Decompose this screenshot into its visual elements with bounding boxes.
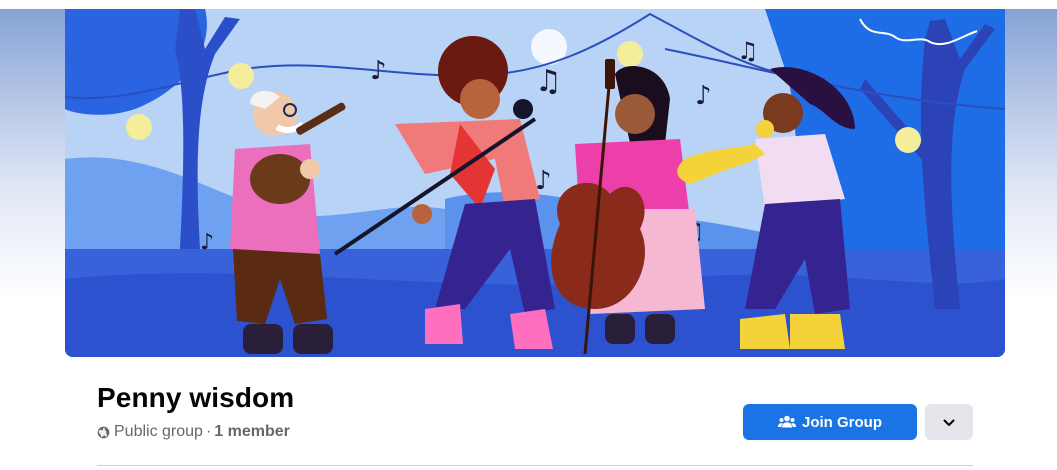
meta-separator: · bbox=[205, 423, 212, 440]
privacy-label: Public group bbox=[114, 423, 203, 440]
chevron-down-icon bbox=[943, 415, 955, 430]
svg-text:♫: ♫ bbox=[737, 37, 759, 65]
top-bar-edge bbox=[0, 0, 1057, 9]
member-count[interactable]: 1 member bbox=[214, 423, 290, 441]
group-meta: Public group · 1 member bbox=[97, 423, 290, 441]
cover-illustration: ♪ ♫ ♪ ♫ ♪ ♪ ♫ bbox=[65, 9, 1005, 357]
header-divider bbox=[97, 465, 973, 466]
cover-photo: ♪ ♫ ♪ ♫ ♪ ♪ ♫ bbox=[65, 9, 1005, 357]
people-icon bbox=[778, 415, 796, 429]
join-group-button[interactable]: Join Group bbox=[743, 404, 917, 440]
svg-text:♪: ♪ bbox=[695, 81, 712, 111]
svg-text:♪: ♪ bbox=[200, 230, 214, 255]
group-title: Penny wisdom bbox=[97, 382, 295, 413]
join-group-label: Join Group bbox=[802, 413, 882, 431]
group-header: Penny wisdom Public group · 1 member Joi… bbox=[97, 380, 973, 470]
more-options-button[interactable] bbox=[925, 404, 973, 440]
svg-text:♫: ♫ bbox=[535, 64, 562, 99]
globe-icon bbox=[97, 426, 110, 439]
svg-text:♪: ♪ bbox=[370, 56, 387, 86]
